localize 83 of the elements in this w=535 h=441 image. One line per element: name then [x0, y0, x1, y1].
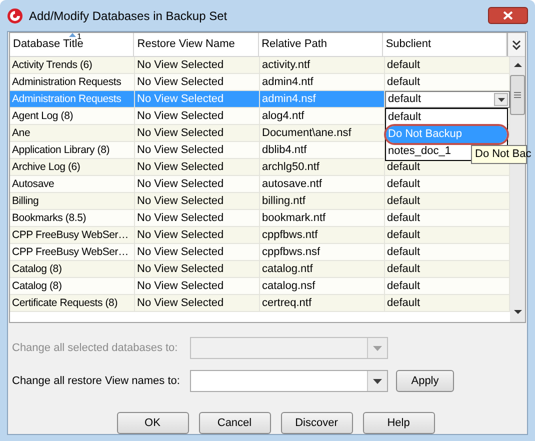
table-cell: No View Selected [135, 176, 260, 193]
table-cell: admin4.nsf [260, 91, 385, 108]
table-cell: bookmark.ntf [260, 210, 385, 227]
table-cell: Ane [10, 125, 135, 142]
table-cell: catalog.ntf [260, 261, 385, 278]
table-cell: alog4.ntf [260, 108, 385, 125]
table-cell: No View Selected [135, 244, 260, 261]
column-header[interactable]: 1 Database Title [10, 33, 134, 56]
table-cell: archlg50.ntf [260, 159, 385, 176]
table-cell: Administration Requests [10, 91, 135, 108]
subclient-dropdown[interactable]: default [385, 91, 510, 108]
dialog-button[interactable]: OK [116, 412, 188, 434]
scroll-up-icon [514, 63, 522, 67]
table-cell: cppfbws.ntf [260, 227, 385, 244]
table-cell: No View Selected [135, 227, 260, 244]
sort-rank: 1 [77, 33, 82, 41]
scroll-down-icon [514, 310, 522, 314]
dialog-button[interactable]: Cancel [198, 412, 270, 434]
close-button[interactable] [488, 7, 528, 24]
table-cell: default [385, 278, 510, 295]
table-cell: default [385, 176, 510, 193]
table-cell: default [385, 295, 510, 312]
table-cell: No View Selected [135, 108, 260, 125]
window-title: Add/Modify Databases in Backup Set [29, 8, 228, 24]
caret-icon [498, 98, 504, 102]
grip-icon [514, 92, 521, 98]
dialog-button[interactable]: Help [362, 412, 434, 434]
table-cell: Catalog (8) [10, 278, 135, 295]
apply-button[interactable]: Apply [396, 370, 454, 392]
table-cell: default [385, 261, 510, 278]
close-icon [503, 11, 513, 20]
table-cell: default [385, 227, 510, 244]
table-cell: No View Selected [135, 159, 260, 176]
table-cell: No View Selected [135, 74, 260, 91]
double-chevron-down-icon [512, 40, 522, 50]
table-cell: No View Selected [135, 295, 260, 312]
table-cell: default [385, 244, 510, 261]
table-cell: Application Library (8) [10, 142, 135, 159]
table-cell: certreq.ntf [260, 295, 385, 312]
field-label: Change all restore View names to: [12, 374, 181, 389]
table-cell: No View Selected [135, 142, 260, 159]
table-cell: No View Selected [135, 91, 260, 108]
app-logo-icon [7, 8, 23, 24]
table-cell: Catalog (8) [10, 261, 135, 278]
field-label: Change all selected databases to: [12, 340, 179, 356]
table-cell: cppfbws.nsf [260, 244, 385, 261]
table-cell: No View Selected [135, 210, 260, 227]
dialog-button[interactable]: Discover [280, 412, 352, 434]
table-cell: No View Selected [135, 193, 260, 210]
table-cell: CPP FreeBusy WebSer… [10, 244, 135, 261]
table-cell: Archive Log (6) [10, 159, 135, 176]
table-cell: dblib4.ntf [260, 142, 385, 159]
table-cell: No View Selected [135, 125, 260, 142]
table-cell: Autosave [10, 176, 135, 193]
table-cell: No View Selected [135, 57, 260, 74]
dropdown-option[interactable]: default [386, 109, 507, 126]
table-cell: Billing [10, 193, 135, 210]
table-cell: Administration Requests [10, 74, 135, 91]
table-cell: default [385, 210, 510, 227]
table-cell: CPP FreeBusy WebSer… [10, 227, 135, 244]
table-cell: No View Selected [135, 278, 260, 295]
column-chooser-button[interactable] [507, 33, 526, 56]
table-cell: billing.ntf [260, 193, 385, 210]
table-cell: activity.ntf [260, 57, 385, 74]
table-cell: No View Selected [135, 261, 260, 278]
caret-icon [373, 378, 382, 384]
table-cell: default [385, 57, 510, 74]
column-header[interactable]: Restore View Name [134, 33, 259, 56]
table-cell: Activity Trends (6) [10, 57, 135, 74]
table-cell: Bookmarks (8.5) [10, 210, 135, 227]
table-cell: Document\ane.nsf [260, 125, 385, 142]
scrollbar-thumb[interactable] [510, 75, 525, 115]
column-header[interactable]: Relative Path [258, 33, 383, 56]
table-cell: default [385, 193, 510, 210]
sort-ascending-icon [69, 33, 76, 37]
caret-icon [373, 346, 382, 350]
table-cell: Certificate Requests (8) [10, 295, 135, 312]
dropdown-arrow-button[interactable] [367, 371, 387, 391]
table-cell: catalog.nsf [260, 278, 385, 295]
table-cell: default [385, 74, 510, 91]
table-cell: Agent Log (8) [10, 108, 135, 125]
table-cell: admin4.ntf [260, 74, 385, 91]
table-cell: autosave.ntf [260, 176, 385, 193]
